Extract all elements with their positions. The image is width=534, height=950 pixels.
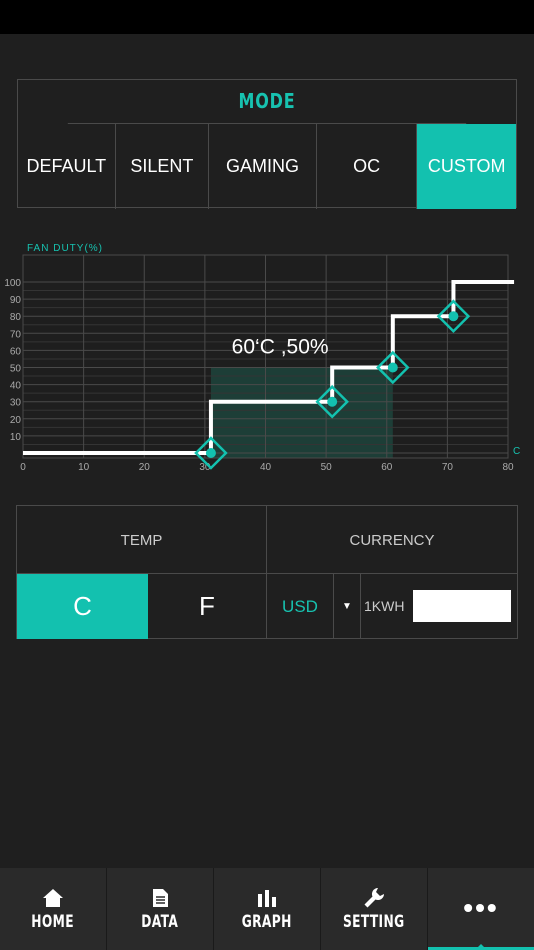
- y-tick-label: 40: [10, 381, 22, 392]
- x-tick-label: 70: [442, 462, 454, 473]
- nav-data-label: DATA: [141, 912, 179, 932]
- nav-data[interactable]: DATA: [107, 868, 214, 950]
- x-tick-label: 50: [321, 462, 333, 473]
- currency-select[interactable]: USD: [267, 574, 334, 639]
- active-indicator: [475, 944, 487, 950]
- status-bar: [0, 0, 534, 34]
- currency-header: CURRENCY: [349, 532, 435, 549]
- temp-header: TEMP: [17, 506, 267, 573]
- kwh-label: 1KWH: [364, 598, 405, 614]
- mode-oc-button[interactable]: OC: [317, 124, 418, 209]
- mode-title: MODE: [67, 80, 467, 124]
- mode-custom-button[interactable]: CUSTOM: [417, 124, 516, 209]
- y-tick-label: 60: [10, 346, 22, 357]
- fan-curve-chart[interactable]: 1020304050607080901000 10 20 30 40 50 60 70 80FA…: [0, 235, 534, 480]
- home-icon: [42, 886, 64, 910]
- y-tick-label: 20: [10, 415, 22, 426]
- y-tick-label: 80: [10, 312, 22, 323]
- y-axis-label: FAN DUTY(%): [27, 243, 103, 254]
- point-annotation: 60‘C ,50%: [232, 336, 329, 359]
- y-tick-label: 30: [10, 398, 22, 409]
- x-tick-label: 20: [139, 462, 151, 473]
- nav-home[interactable]: HOME: [0, 868, 107, 950]
- mode-panel: MODE DEFAULT SILENT GAMING OC CUSTOM: [17, 79, 517, 209]
- y-tick-label: 50: [10, 364, 22, 375]
- nav-graph[interactable]: GRAPH: [214, 868, 321, 950]
- settings-panel: TEMP CURRENCY C F USD ▼ 1KWH: [16, 505, 518, 639]
- x-tick-label: 40: [260, 462, 272, 473]
- control-point-dot-2: [327, 396, 338, 407]
- y-tick-label: 10: [10, 432, 22, 443]
- temp-fahrenheit-button[interactable]: F: [148, 574, 267, 639]
- x-tick-label: 10: [78, 462, 90, 473]
- control-point-dot-4: [448, 311, 459, 322]
- temp-celsius-button[interactable]: C: [17, 574, 148, 639]
- y-tick-label: 90: [10, 295, 22, 306]
- control-point-dot-3: [387, 362, 398, 373]
- wrench-icon: [363, 886, 385, 910]
- nav-setting[interactable]: SETTING: [321, 868, 428, 950]
- mode-options: DEFAULT SILENT GAMING OC CUSTOM: [18, 124, 516, 209]
- chevron-down-icon[interactable]: ▼: [334, 574, 361, 639]
- y-tick-label: 70: [10, 329, 22, 340]
- y-tick-label: 100: [4, 278, 21, 289]
- nav-home-label: HOME: [31, 912, 75, 932]
- bottom-nav: HOME DATA GRAPH SETTING •••: [0, 868, 534, 950]
- mode-gaming-button[interactable]: GAMING: [209, 124, 317, 209]
- control-point-dot-1: [205, 448, 216, 458]
- x-tick-label: 80: [502, 462, 514, 473]
- data-icon: [151, 886, 169, 910]
- x-tick-label: 60: [381, 462, 393, 473]
- nav-more[interactable]: •••: [428, 868, 534, 950]
- graph-icon: [256, 886, 278, 910]
- more-icon: •••: [463, 891, 499, 923]
- mode-default-button[interactable]: DEFAULT: [18, 124, 116, 209]
- nav-setting-label: SETTING: [343, 912, 405, 932]
- kwh-price-input[interactable]: [413, 590, 511, 622]
- mode-silent-button[interactable]: SILENT: [116, 124, 210, 209]
- nav-graph-label: GRAPH: [242, 912, 292, 932]
- x-axis-label: C: [513, 446, 520, 457]
- x-tick-label: 0: [20, 462, 26, 473]
